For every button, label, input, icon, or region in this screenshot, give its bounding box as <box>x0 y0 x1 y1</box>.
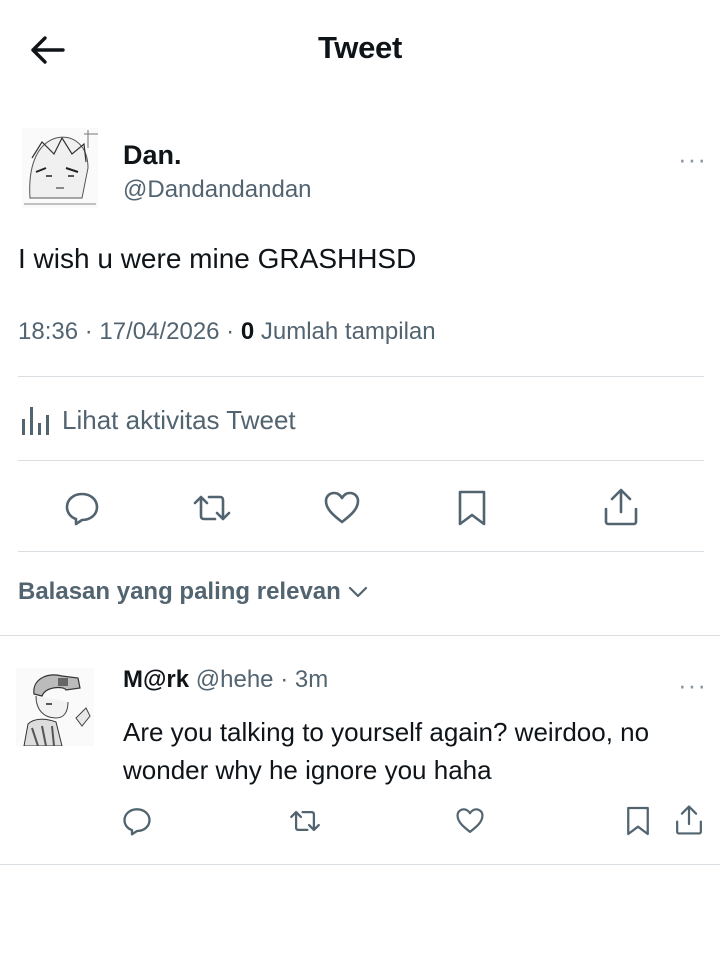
like-button[interactable] <box>320 486 364 530</box>
reply-button[interactable] <box>60 486 104 530</box>
share-icon <box>676 805 702 835</box>
divider <box>18 460 704 461</box>
reply-like-button[interactable] <box>451 802 489 840</box>
author-avatar[interactable] <box>22 128 98 208</box>
author-handle[interactable]: @Dandandandan <box>123 176 312 204</box>
chevron-down-icon <box>348 586 367 598</box>
like-icon <box>324 491 360 524</box>
avatar-illustration <box>16 668 94 746</box>
activity-label: Lihat aktivitas Tweet <box>62 404 296 435</box>
page-title: Tweet <box>317 30 403 65</box>
reply-icon <box>65 492 99 526</box>
reply-retweet-button[interactable] <box>284 802 326 840</box>
reply-author-handle[interactable]: @hehe <box>196 666 274 693</box>
reply-reply-button[interactable] <box>118 802 156 840</box>
reply-avatar[interactable] <box>16 668 94 746</box>
reply-bookmark-button[interactable] <box>620 802 656 840</box>
author-name[interactable]: Dan. <box>123 140 182 171</box>
view-count: 0 <box>240 318 255 345</box>
more-options-icon[interactable]: ··· <box>678 146 707 172</box>
tweet-meta: 18:36 · 17/04/2026 · 0 Jumlah tampilan <box>18 318 436 345</box>
replies-sort-label: Balasan yang paling relevan <box>18 578 341 605</box>
reply-author-name[interactable]: M@rk <box>123 666 189 693</box>
reply-separator: · <box>280 666 289 693</box>
tweet-text: I wish u were mine GRASHHSD <box>18 243 417 274</box>
analytics-icon <box>22 407 49 435</box>
reply-icon <box>123 808 151 836</box>
bookmark-button[interactable] <box>450 486 494 530</box>
bookmark-icon <box>458 490 486 526</box>
avatar-illustration <box>22 128 98 208</box>
reply-time[interactable]: 3m <box>295 666 328 693</box>
share-icon <box>604 488 638 526</box>
like-icon <box>456 808 484 833</box>
share-button[interactable] <box>598 484 644 530</box>
divider <box>18 376 704 377</box>
reply-share-button[interactable] <box>670 800 708 840</box>
bookmark-icon <box>627 806 649 836</box>
views-label[interactable]: Jumlah tampilan <box>261 318 436 345</box>
reply-text: Are you talking to yourself again? weird… <box>123 717 650 785</box>
retweet-icon <box>193 495 231 521</box>
tweet-activity-link[interactable]: Lihat aktivitas Tweet <box>18 398 296 442</box>
reply-header: M@rk @hehe · 3m <box>123 666 328 694</box>
divider <box>18 551 704 552</box>
tweet-date: 17/04/2026 <box>99 318 220 345</box>
divider <box>0 635 720 636</box>
retweet-button[interactable] <box>188 486 236 530</box>
retweet-icon <box>290 810 320 832</box>
replies-sort-dropdown[interactable]: Balasan yang paling relevan <box>18 578 369 606</box>
reply-more-options-icon[interactable]: ··· <box>678 672 707 698</box>
tweet-time: 18:36 <box>18 318 79 345</box>
divider <box>0 864 720 865</box>
